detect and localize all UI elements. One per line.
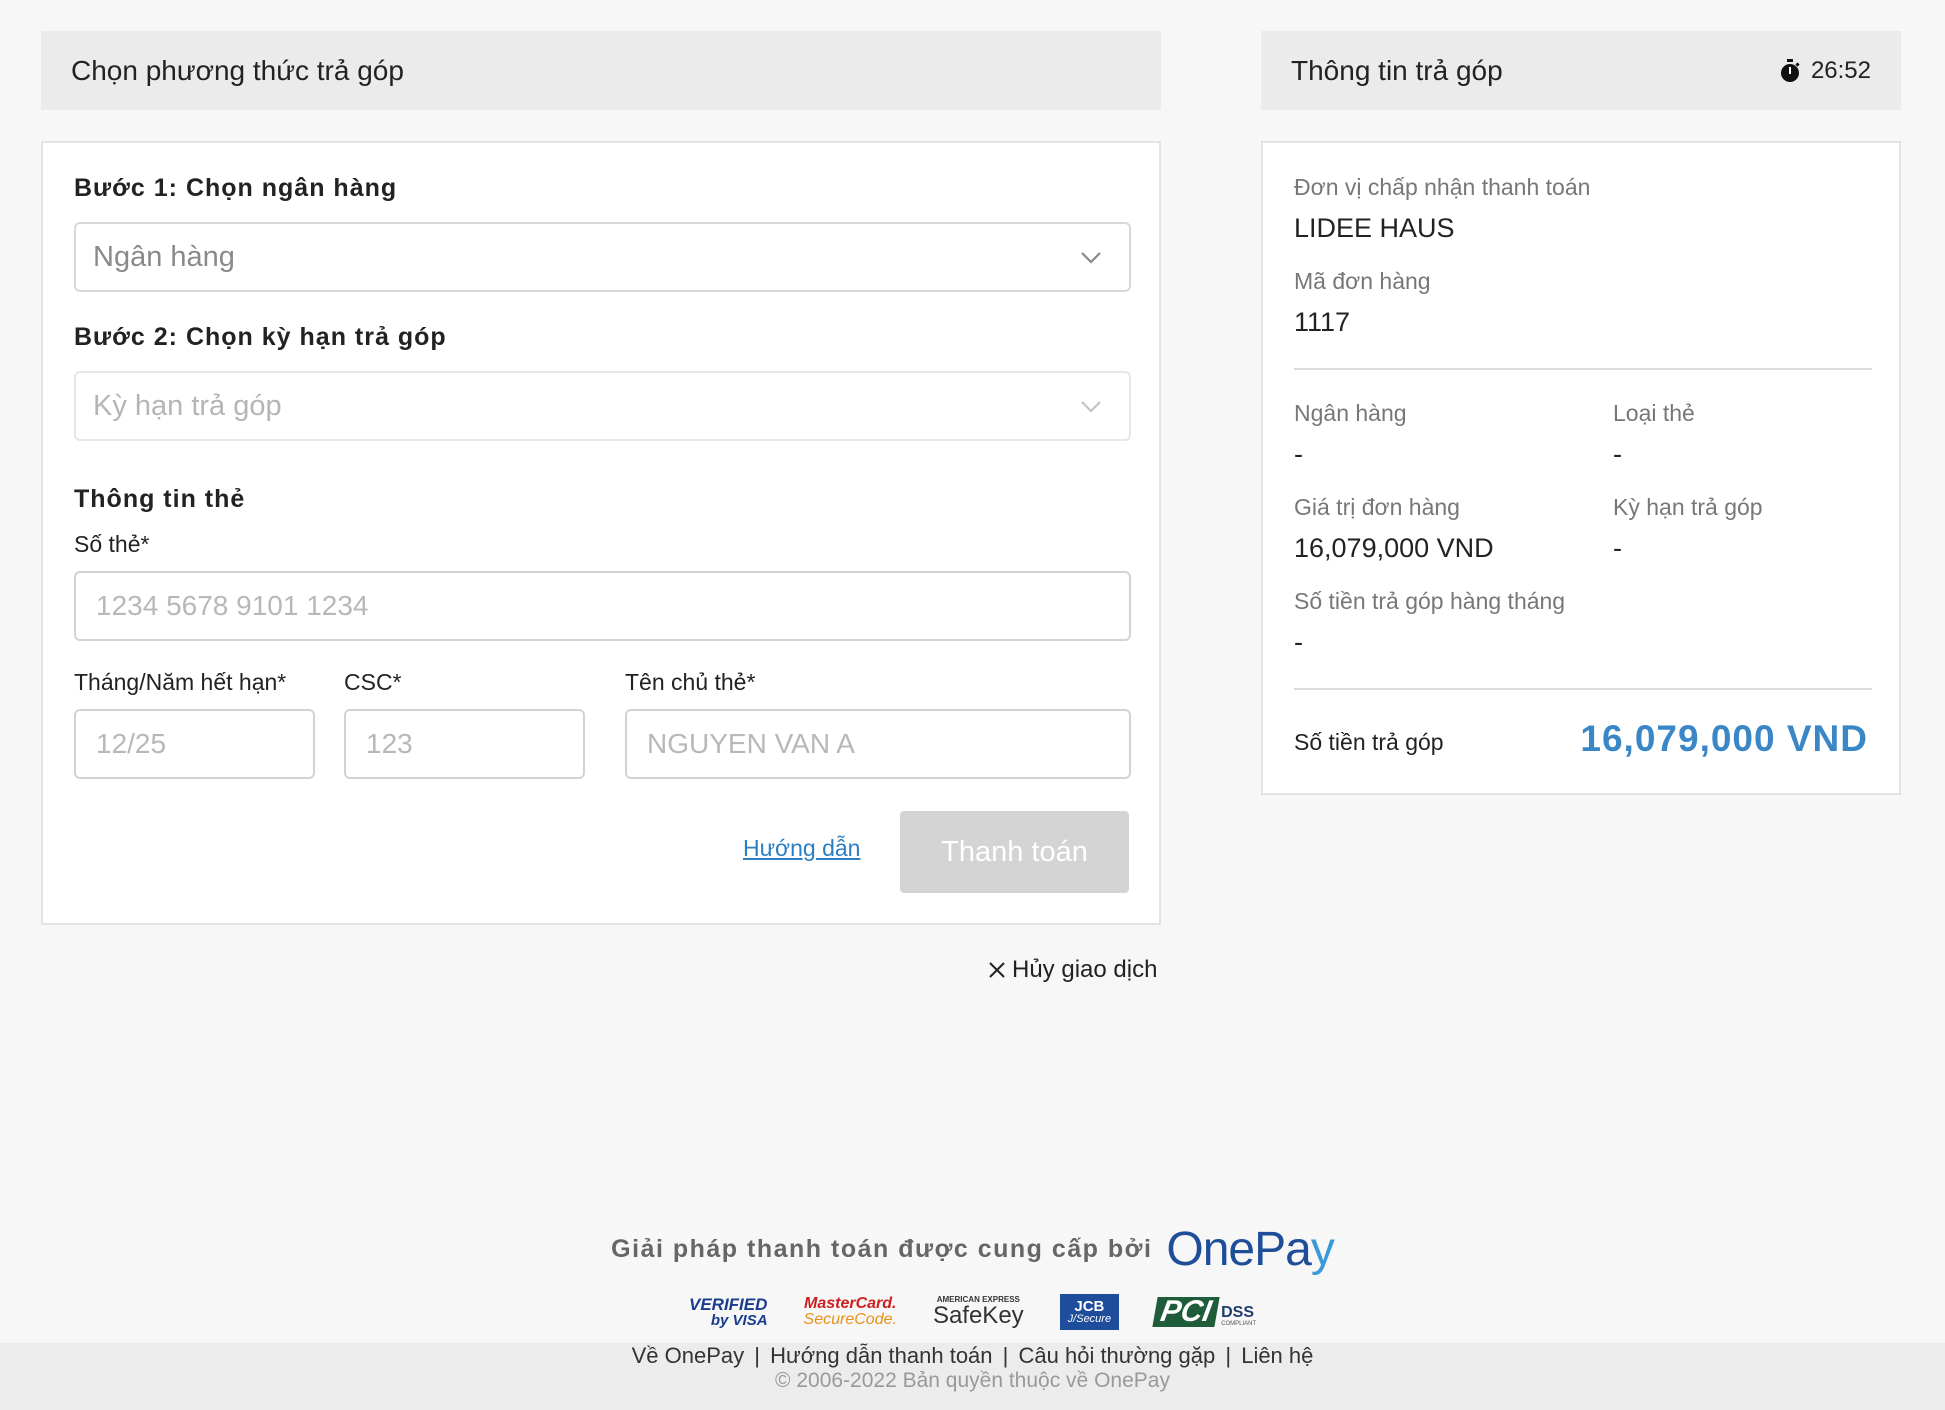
- card-number-label: Số thẻ*: [74, 531, 150, 557]
- footer-link-about[interactable]: Về OnePay: [632, 1343, 745, 1368]
- bank-label: Ngân hàng: [1294, 400, 1407, 426]
- monthly-payment-value: -: [1294, 627, 1303, 657]
- step2-label: Bước 2: Chọn kỳ hạn trả góp: [74, 323, 447, 351]
- holder-name-input[interactable]: [625, 709, 1131, 779]
- footer-links: Về OnePay | Hướng dẫn thanh toán | Câu h…: [631, 1343, 1314, 1368]
- installment-info-header: Thông tin trả góp 26:52: [1261, 31, 1901, 110]
- card-number-input[interactable]: [74, 571, 1131, 641]
- jcb-jsecure-badge: JCB J/Secure: [1059, 1294, 1120, 1330]
- countdown-timer: 26:52: [1779, 57, 1871, 85]
- powered-by-text: Giải pháp thanh toán được cung cấp bởi: [611, 1235, 1153, 1263]
- payment-method-header: Chọn phương thức trả góp: [41, 31, 1161, 110]
- total-value: 16,079,000 VND: [1580, 718, 1868, 759]
- step1-label: Bước 1: Chọn ngân hàng: [74, 174, 398, 202]
- chevron-down-icon: [1081, 252, 1101, 264]
- card-info-label: Thông tin thẻ: [74, 485, 246, 513]
- order-value-value: 16,079,000 VND: [1294, 533, 1494, 563]
- footer-link-faq[interactable]: Câu hỏi thường gặp: [1019, 1343, 1216, 1368]
- card-type-value: -: [1613, 439, 1622, 469]
- divider: [1294, 368, 1872, 370]
- monthly-payment-label: Số tiền trả góp hàng tháng: [1294, 588, 1566, 614]
- cancel-label: Hủy giao dịch: [1012, 956, 1158, 983]
- powered-by: Giải pháp thanh toán được cung cấp bởi O…: [0, 1222, 1945, 1277]
- order-id-value: 1117: [1294, 307, 1351, 337]
- term-value: -: [1613, 533, 1622, 563]
- payment-method-title: Chọn phương thức trả góp: [71, 54, 404, 86]
- copyright: © 2006-2022 Bản quyền thuộc về OnePay: [775, 1369, 1170, 1392]
- pci-dss-badge: PCI DSS COMPLIANT: [1152, 1295, 1256, 1328]
- expiry-label: Tháng/Năm hết hạn*: [74, 669, 287, 695]
- bank-select[interactable]: Ngân hàng: [74, 222, 1131, 292]
- holder-name-label: Tên chủ thẻ*: [625, 669, 756, 695]
- timer-value: 26:52: [1810, 56, 1871, 84]
- merchant-value: LIDEE HAUS: [1294, 213, 1455, 243]
- divider: [1294, 688, 1872, 690]
- merchant-label: Đơn vị chấp nhận thanh toán: [1294, 174, 1591, 200]
- installment-form: Bước 1: Chọn ngân hàng Ngân hàng Bước 2:…: [41, 141, 1161, 925]
- amex-safekey-badge: AMERICAN EXPRESS SafeKey: [932, 1295, 1024, 1329]
- installment-info-title: Thông tin trả góp: [1291, 54, 1503, 86]
- footer-link-payment-guide[interactable]: Hướng dẫn thanh toán: [770, 1343, 992, 1368]
- guide-link[interactable]: Hướng dẫn: [743, 835, 860, 862]
- verified-by-visa-badge: VERIFIED by VISA: [689, 1295, 768, 1329]
- security-badges: VERIFIED by VISA MasterCard. SecureCode.…: [0, 1294, 1945, 1330]
- term-select-placeholder: Kỳ hạn trả góp: [93, 389, 282, 422]
- total-label: Số tiền trả góp: [1294, 729, 1444, 755]
- expiry-input[interactable]: [74, 709, 315, 779]
- pay-button[interactable]: Thanh toán: [900, 811, 1129, 893]
- mastercard-securecode-badge: MasterCard. SecureCode.: [803, 1295, 897, 1328]
- csc-input[interactable]: [344, 709, 585, 779]
- order-value-label: Giá trị đơn hàng: [1294, 494, 1460, 520]
- term-select[interactable]: Kỳ hạn trả góp: [74, 371, 1131, 441]
- chevron-down-icon: [1081, 401, 1101, 413]
- cancel-transaction-button[interactable]: Hủy giao dịch: [988, 956, 1157, 984]
- footer-link-contact[interactable]: Liên hệ: [1241, 1343, 1313, 1368]
- bank-value: -: [1294, 439, 1303, 469]
- card-type-label: Loại thẻ: [1613, 400, 1695, 426]
- order-id-label: Mã đơn hàng: [1294, 268, 1431, 294]
- csc-label: CSC*: [344, 669, 402, 695]
- stopwatch-icon: [1780, 58, 1800, 82]
- onepay-logo[interactable]: OnePay: [1166, 1222, 1334, 1277]
- close-icon: [989, 962, 1005, 978]
- order-summary: Đơn vị chấp nhận thanh toán LIDEE HAUS M…: [1261, 141, 1901, 795]
- term-label: Kỳ hạn trả góp: [1613, 494, 1763, 520]
- bank-select-placeholder: Ngân hàng: [93, 240, 235, 273]
